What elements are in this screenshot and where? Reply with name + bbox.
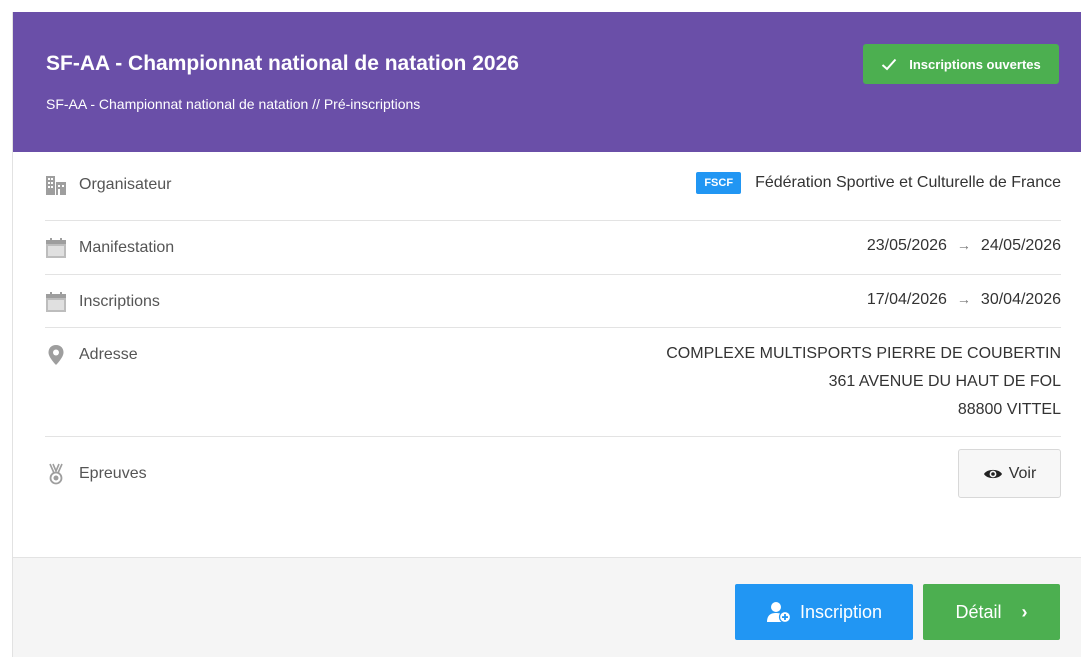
row-inscriptions: Inscriptions 17/04/2026 → 30/04/2026 xyxy=(45,275,1061,328)
page-title: SF-AA - Championnat national de natation… xyxy=(46,52,519,75)
chevron-right-icon: › xyxy=(1021,601,1028,622)
voir-button-label: Voir xyxy=(1008,464,1037,482)
medal-icon xyxy=(45,463,67,485)
organisateur-value: FSCF Fédération Sportive et Culturelle de… xyxy=(696,172,1061,194)
map-marker-icon xyxy=(45,344,67,366)
detail-button-label: Détail xyxy=(955,601,1002,622)
adresse-line: 88800 VITTEL xyxy=(957,401,1061,418)
organisateur-name: Fédération Sportive et Culturelle de Fra… xyxy=(755,174,1061,192)
card-footer: Inscription Détail › xyxy=(13,557,1081,657)
row-label-manifestation: Manifestation xyxy=(45,237,174,259)
manifestation-start: 23/05/2026 xyxy=(866,237,947,254)
inscriptions-value: 17/04/2026 → 30/04/2026 xyxy=(867,291,1061,309)
calendar-icon xyxy=(45,237,67,259)
calendar-icon xyxy=(45,291,67,313)
row-manifestation: Manifestation 23/05/2026 → 24/05/2026 xyxy=(45,221,1061,275)
status-badge: Inscriptions ouvertes xyxy=(863,44,1059,84)
adresse-line: COMPLEXE MULTISPORTS PIERRE DE COUBERTIN xyxy=(666,345,1061,362)
epreuves-label: Epreuves xyxy=(79,465,147,482)
card-body: Organisateur FSCF Fédération Sportive et … xyxy=(45,152,1061,512)
row-label-epreuves: Epreuves xyxy=(45,463,147,485)
manifestation-label: Manifestation xyxy=(79,239,175,256)
voir-button[interactable]: Voir xyxy=(958,449,1061,498)
row-label-organisateur: Organisateur xyxy=(45,174,172,196)
eye-icon xyxy=(983,469,1002,478)
check-icon xyxy=(882,58,897,70)
organisateur-badge: FSCF xyxy=(696,172,742,194)
arrow-right-icon: → xyxy=(956,237,971,253)
row-label-adresse: Adresse xyxy=(45,344,138,366)
row-organisateur: Organisateur FSCF Fédération Sportive et … xyxy=(45,152,1061,221)
card-header: SF-AA - Championnat national de natation… xyxy=(13,12,1081,152)
adresse-value: COMPLEXE MULTISPORTS PIERRE DE COUBERTIN… xyxy=(666,340,1061,424)
manifestation-end: 24/05/2026 xyxy=(980,237,1061,254)
status-badge-label: Inscriptions ouvertes xyxy=(909,56,1041,72)
row-epreuves: Epreuves Voir xyxy=(45,437,1061,512)
inscriptions-end: 30/04/2026 xyxy=(980,291,1061,308)
inscriptions-label: Inscriptions xyxy=(79,293,160,310)
competition-card: SF-AA - Championnat national de natation… xyxy=(12,12,1081,657)
row-label-inscriptions: Inscriptions xyxy=(45,291,160,313)
organisateur-label: Organisateur xyxy=(79,176,172,193)
inscription-button-label: Inscription xyxy=(799,601,883,622)
adresse-line: 361 AVENUE DU HAUT DE FOL xyxy=(828,373,1061,390)
inscriptions-start: 17/04/2026 xyxy=(866,291,947,308)
building-icon xyxy=(45,174,67,196)
inscription-button[interactable]: Inscription xyxy=(735,584,913,640)
manifestation-value: 23/05/2026 → 24/05/2026 xyxy=(867,237,1061,255)
row-adresse: Adresse COMPLEXE MULTISPORTS PIERRE DE C… xyxy=(45,328,1061,437)
adresse-label: Adresse xyxy=(79,346,138,363)
detail-button[interactable]: Détail › xyxy=(923,584,1060,640)
arrow-right-icon: → xyxy=(956,291,971,307)
page-subtitle: SF-AA - Championnat national de natation… xyxy=(46,96,421,112)
user-plus-icon xyxy=(766,602,792,623)
